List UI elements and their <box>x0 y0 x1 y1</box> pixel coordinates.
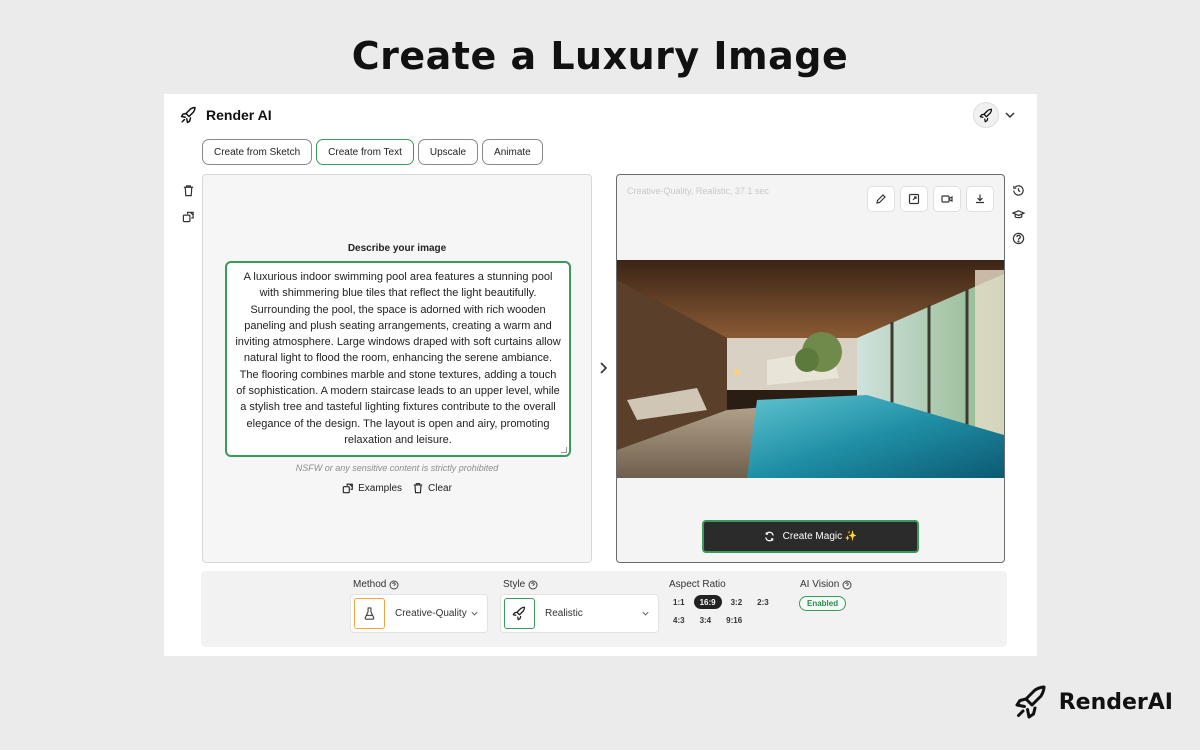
account-menu[interactable] <box>973 102 1015 128</box>
result-panel: Creative-Quality, Realistic, 37.1 sec Cr… <box>616 174 1005 563</box>
ratio-16-9[interactable]: 16:9 <box>693 595 722 609</box>
upscale-icon <box>908 193 920 205</box>
left-sidebar <box>182 184 195 223</box>
style-value: Realistic <box>545 608 583 619</box>
prompt-panel: Describe your image A luxurious indoor s… <box>202 174 592 563</box>
prompt-label: Describe your image <box>347 243 447 254</box>
help-icon[interactable] <box>389 580 399 590</box>
style-icon-box <box>504 598 535 629</box>
create-magic-label: Create Magic ✨ <box>782 531 858 542</box>
rocket-icon <box>1015 685 1046 719</box>
help-icon[interactable] <box>842 580 852 590</box>
ratio-9-16[interactable]: 9:16 <box>720 613 748 627</box>
avatar[interactable] <box>973 102 999 128</box>
method-icon-box <box>354 598 385 629</box>
method-label-text: Method <box>353 579 387 590</box>
style-label: Style <box>503 579 538 590</box>
app-window: Render AI Create from Sketch Create from… <box>164 94 1037 656</box>
aspect-ratio-label: Aspect Ratio <box>669 579 726 590</box>
generation-meta: Creative-Quality, Realistic, 37.1 sec <box>627 186 769 196</box>
help-icon[interactable] <box>1012 232 1025 245</box>
flask-icon <box>364 607 375 620</box>
history-icon[interactable] <box>1012 184 1025 197</box>
footer-brand-name: RenderAI <box>1058 689 1173 715</box>
mode-tabs: Create from Sketch Create from Text Upsc… <box>202 139 543 165</box>
ai-vision-label: AI Vision <box>800 579 852 590</box>
refresh-icon <box>764 531 774 542</box>
method-select[interactable]: Creative-Quality <box>350 594 488 633</box>
tab-create-from-text[interactable]: Create from Text <box>316 139 414 165</box>
share-icon[interactable] <box>182 210 195 223</box>
chevron-down-icon[interactable] <box>1005 110 1015 120</box>
method-value: Creative-Quality <box>395 608 467 619</box>
rocket-icon <box>180 106 196 124</box>
ai-vision-toggle[interactable]: Enabled <box>799 596 847 611</box>
brand-name: Render AI <box>206 107 272 123</box>
right-sidebar <box>1012 184 1025 245</box>
generated-image[interactable] <box>617 260 1004 478</box>
brand[interactable]: Render AI <box>180 106 272 124</box>
trash-icon[interactable] <box>182 184 195 197</box>
rocket-icon <box>512 606 526 621</box>
settings-bar: Method Creative-Quality Style Realistic … <box>201 571 1007 647</box>
resize-handle[interactable] <box>561 447 567 453</box>
style-select[interactable]: Realistic <box>500 594 659 633</box>
edit-button[interactable] <box>867 186 895 212</box>
chevron-right-icon[interactable] <box>597 361 609 375</box>
aspect-ratio-group: 1:1 16:9 3:2 2:3 4:3 3:4 9:16 <box>667 595 787 627</box>
tab-create-from-sketch[interactable]: Create from Sketch <box>202 139 313 165</box>
ratio-2-3[interactable]: 2:3 <box>751 595 775 609</box>
result-toolbar <box>867 186 994 212</box>
ratio-1-1[interactable]: 1:1 <box>667 595 691 609</box>
rocket-icon <box>979 108 992 122</box>
pencil-icon <box>876 194 886 204</box>
graduation-cap-icon[interactable] <box>1012 208 1025 221</box>
download-icon <box>976 194 984 204</box>
ratio-3-4[interactable]: 3:4 <box>694 613 718 627</box>
prompt-text: A luxurious indoor swimming pool area fe… <box>235 271 561 446</box>
ratio-4-3[interactable]: 4:3 <box>667 613 691 627</box>
prompt-actions: Examples Clear <box>203 482 591 494</box>
style-label-text: Style <box>503 579 526 590</box>
share-icon <box>342 483 353 494</box>
help-icon[interactable] <box>528 580 538 590</box>
content-notice: NSFW or any sensitive content is strictl… <box>295 463 499 473</box>
clear-button[interactable]: Clear <box>412 482 452 494</box>
prompt-textarea[interactable]: A luxurious indoor swimming pool area fe… <box>225 261 571 457</box>
tab-upscale[interactable]: Upscale <box>417 139 479 165</box>
animate-button[interactable] <box>933 186 961 212</box>
trash-icon <box>413 483 423 494</box>
video-icon <box>941 195 953 203</box>
ai-vision-label-text: AI Vision <box>800 579 840 590</box>
chevron-down-icon <box>471 611 478 616</box>
clear-label: Clear <box>428 482 452 494</box>
tab-animate[interactable]: Animate <box>482 139 543 165</box>
ratio-3-2[interactable]: 3:2 <box>725 595 749 609</box>
footer-logo: RenderAI <box>1014 683 1173 721</box>
method-label: Method <box>353 579 399 590</box>
download-button[interactable] <box>966 186 994 212</box>
create-magic-button[interactable]: Create Magic ✨ <box>702 520 919 553</box>
page-title: Create a Luxury Image <box>351 34 849 78</box>
chevron-down-icon <box>642 611 649 616</box>
upscale-button[interactable] <box>900 186 928 212</box>
examples-button[interactable]: Examples <box>342 482 402 494</box>
examples-label: Examples <box>358 482 402 494</box>
